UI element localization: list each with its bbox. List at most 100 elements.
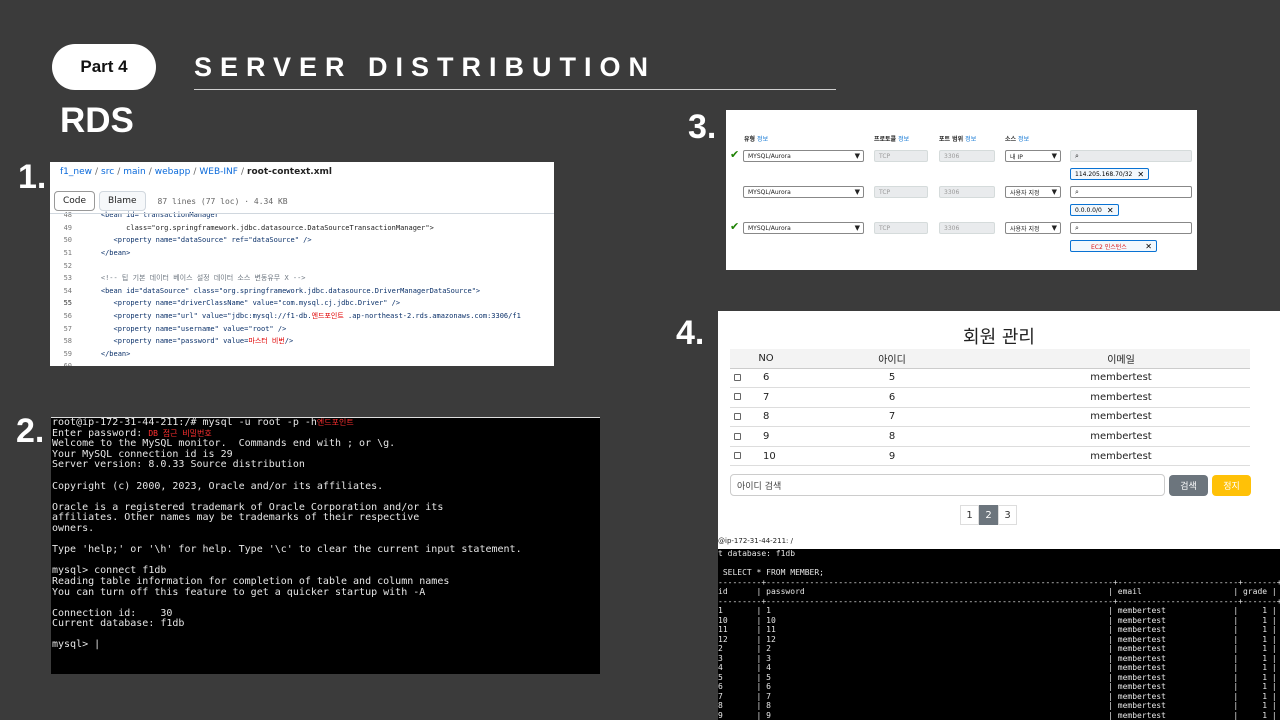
mysql-select-terminal: @ip-172-31-44-211: / t database: f1db SE… [718, 533, 1280, 720]
protocol-field: TCP [874, 222, 928, 234]
row-checkbox[interactable] [734, 452, 741, 460]
headline: SERVER DISTRIBUTION [194, 52, 657, 82]
close-icon[interactable]: ✕ [1145, 242, 1152, 251]
code-view: 48 <bean id= transactionManager 49 class=… [50, 209, 554, 366]
breadcrumb-src[interactable]: src [101, 167, 114, 177]
cidr-token: 114.205.168.70/32 ✕ [1070, 168, 1150, 180]
terminal-line: 11 | 11 | membertest | 1 | 2023 [718, 625, 1280, 634]
terminal-text: Oracle is a registered trademark of Orac… [52, 501, 444, 513]
stop-button[interactable]: 정지 [1212, 475, 1251, 496]
code-line: 59 </bean> [50, 348, 554, 361]
code-line: 49 class="org.springframework.jdbc.datas… [50, 222, 554, 235]
type-select[interactable]: MYSQL/Aurora ▼ [743, 222, 864, 234]
chevron-down-icon: ▼ [1051, 152, 1057, 160]
code-line: 51 </bean> [50, 247, 554, 260]
row-checkbox[interactable] [734, 373, 741, 381]
code-line: 54 <bean id="dataSource" class="org.spri… [50, 285, 554, 298]
code-line: 52 [50, 259, 554, 272]
source-select[interactable]: 내 IP ▼ [1005, 150, 1061, 162]
terminal-text: mysql> connect f1db [52, 565, 167, 577]
breadcrumb-repo[interactable]: f1_new [60, 167, 92, 177]
breadcrumb-main[interactable]: main [123, 167, 146, 177]
annotation-red: 마스터 비번 [248, 337, 285, 346]
code-text: <property name="driverClassName" value="… [84, 299, 401, 308]
section-title: RDS [60, 101, 134, 140]
terminal-line: mysql> | [51, 640, 600, 651]
source-value: 내 IP [1010, 153, 1023, 161]
annotation-red: DB 접근 비밀번호 [148, 428, 212, 438]
breadcrumb-webapp[interactable]: webapp [155, 167, 191, 177]
column-email: 이메일 [992, 349, 1250, 369]
code-text: <!-- 팁 기본 데이터 베이스 설정 데이터 소스 변동유무 X --> [84, 274, 306, 283]
close-icon[interactable]: ✕ [1137, 170, 1144, 179]
page-3[interactable]: 3 [998, 505, 1017, 525]
terminal-line: 3 | 3 | membertest | 1 | 2023 [718, 653, 1280, 663]
cell-email: membertest [992, 407, 1250, 428]
breadcrumb-webinf[interactable]: WEB-INF [199, 167, 238, 177]
line-number: 53 [63, 274, 72, 283]
code-text: </bean> [84, 349, 131, 358]
terminal-text: Connection id: 30 [52, 607, 173, 619]
line-number: 50 [63, 236, 72, 245]
row-checkbox[interactable] [734, 393, 741, 401]
terminal-line: 5 | 5 | membertest | 1 | 2023 [718, 672, 1280, 682]
terminal-text: root@ip-172-31-44-211:/# mysql -u root -… [52, 417, 317, 428]
type-select[interactable]: MYSQL/Aurora ▼ [743, 150, 864, 162]
tab-code[interactable]: Code [54, 191, 96, 211]
cidr-token: EC2 인스턴스 ✕ [1070, 240, 1157, 252]
cell-id: 9 [792, 446, 992, 467]
page-2[interactable]: 2 [979, 505, 998, 525]
terminal-line: owners. [51, 523, 600, 535]
terminal-line: id | password | email | grade | reg_ [718, 587, 1280, 596]
terminal-text: Type 'help;' or '\h' for help. Type '\c'… [52, 544, 522, 556]
cell-email: membertest [992, 426, 1250, 447]
type-value: MYSQL/Aurora [748, 188, 791, 196]
cidr-search-input[interactable]: ⌕ [1070, 150, 1192, 162]
part-label: Part 4 [52, 44, 156, 90]
cidr-search-input[interactable]: ⌕ [1070, 222, 1192, 234]
row-checkbox[interactable] [734, 432, 741, 440]
terminal-panel: root@ip-172-31-44-211:/# mysql -u root -… [51, 417, 600, 674]
line-number: 52 [63, 261, 72, 270]
code-line: 53 <!-- 팁 기본 데이터 베이스 설정 데이터 소스 변동유무 X --… [50, 272, 554, 285]
terminal-text: Reading table information for completion… [52, 575, 450, 587]
protocol-field: TCP [874, 186, 928, 198]
cell-no: 8 [763, 411, 770, 423]
protocol-field: TCP [874, 150, 928, 162]
cell-email: membertest [992, 368, 1250, 389]
cell-email: membertest [992, 446, 1250, 467]
line-number: 55 [63, 299, 72, 308]
terminal-title-bar: @ip-172-31-44-211: / [718, 533, 1280, 549]
search-button[interactable]: 검색 [1169, 475, 1208, 496]
id-search-input[interactable]: 아이디 검색 [730, 474, 1165, 496]
tab-blame[interactable]: Blame [99, 191, 146, 211]
source-select[interactable]: 사용자 지정 ▼ [1005, 186, 1061, 198]
search-icon: ⌕ [1075, 223, 1079, 232]
terminal-line: affiliates. Other names may be trademark… [51, 513, 600, 524]
annotation-red: 엔드포인트 [316, 418, 354, 427]
terminal-line: t database: f1db [718, 549, 796, 558]
table-row: 10 9 membertest [730, 446, 1250, 467]
port-field: 3306 [939, 222, 995, 234]
cell-no: 6 [763, 372, 770, 384]
close-icon[interactable]: ✕ [1107, 206, 1114, 215]
terminal-text: Your MySQL connection id is 29 [52, 448, 233, 460]
type-select[interactable]: MYSQL/Aurora ▼ [743, 186, 864, 198]
line-number: 51 [63, 249, 72, 258]
source-select[interactable]: 사용자 지정 ▼ [1005, 222, 1061, 234]
terminal-line: 1 | 1 | membertest | 1 | 2023 [718, 606, 1280, 615]
line-number: 49 [63, 223, 72, 232]
check-icon: ✔ [730, 220, 740, 233]
row-checkbox[interactable] [734, 412, 741, 420]
header-protocol: 프로토콜 정보 [874, 136, 910, 143]
page-1[interactable]: 1 [960, 505, 979, 525]
line-number: 54 [63, 286, 72, 295]
cell-id: 8 [792, 426, 992, 447]
step-number-3: 3. [688, 108, 717, 146]
cidr-search-input[interactable]: ⌕ [1070, 186, 1192, 198]
port-field: 3306 [939, 150, 995, 162]
code-text-rest: /> [284, 337, 294, 346]
cell-no: 7 [763, 391, 770, 403]
code-text: <property name="password" value= [84, 337, 249, 346]
line-number: 57 [63, 324, 72, 333]
